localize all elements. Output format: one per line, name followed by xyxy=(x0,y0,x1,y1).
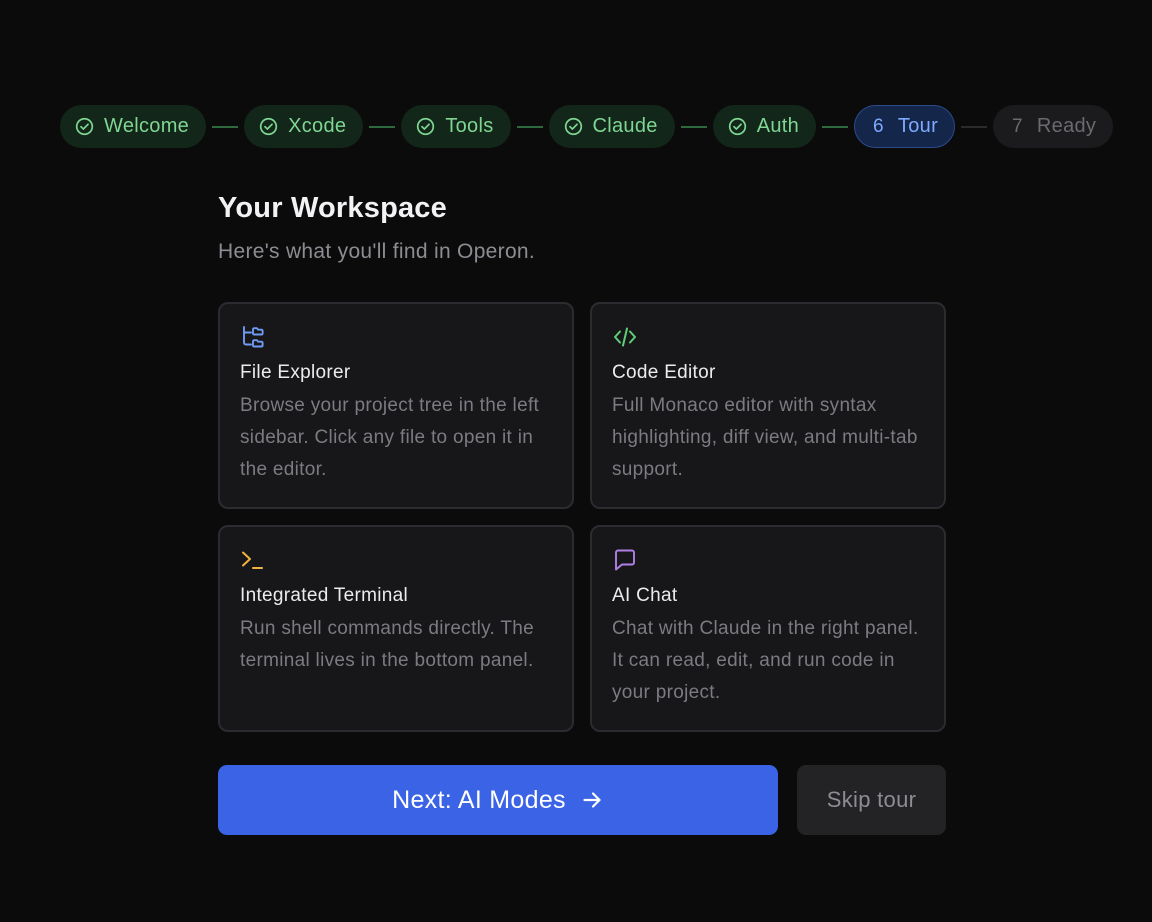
step-tour: 6 Tour xyxy=(854,105,956,148)
card-description: Run shell commands directly. The termina… xyxy=(240,618,535,671)
code-icon xyxy=(614,327,636,347)
page-subtitle: Here's what you'll find in Operon. xyxy=(218,240,536,263)
step-connector xyxy=(680,125,707,128)
step-label: Tools xyxy=(445,115,494,137)
page-title: Your Workspace xyxy=(218,192,447,224)
step-label: Tour xyxy=(897,115,939,137)
step-label: Auth xyxy=(756,115,800,137)
step-label: Claude xyxy=(592,115,658,137)
check-circle-icon xyxy=(75,117,94,136)
check-circle-icon xyxy=(417,117,435,136)
next-button[interactable]: Next: AI Modes xyxy=(218,765,778,835)
step-connector xyxy=(212,125,239,128)
check-circle-icon xyxy=(259,117,278,136)
check-circle-icon xyxy=(728,117,746,136)
step-number: 6 xyxy=(873,115,884,137)
folder-tree-icon xyxy=(243,326,264,348)
step-connector xyxy=(516,125,543,128)
feature-card-code-editor: Code Editor Full Monaco editor with synt… xyxy=(590,302,946,509)
check-circle-icon xyxy=(564,117,582,136)
step-connector xyxy=(961,125,988,128)
step-welcome: Welcome xyxy=(60,105,207,148)
step-auth: Auth xyxy=(712,105,817,148)
card-title: AI Chat xyxy=(612,585,678,606)
next-button-label: Next: AI Modes xyxy=(392,785,566,814)
terminal-icon xyxy=(242,551,263,569)
step-connector xyxy=(822,125,849,128)
feature-card-integrated-terminal: Integrated Terminal Run shell commands d… xyxy=(218,525,574,732)
step-label: Xcode xyxy=(288,115,347,137)
onboarding-stepper: Welcome Xcode Tools Claude Auth 6 Tour 7… xyxy=(60,105,1114,148)
card-title: Code Editor xyxy=(612,362,716,383)
feature-card-ai-chat: AI Chat Chat with Claude in the right pa… xyxy=(590,525,946,732)
step-number: 7 xyxy=(1012,115,1023,137)
arrow-right-icon xyxy=(583,792,601,808)
step-claude: Claude xyxy=(548,105,675,148)
card-description: Browse your project tree in the left sid… xyxy=(240,395,540,480)
card-description: Full Monaco editor with syntax highlight… xyxy=(612,395,918,480)
step-label: Ready xyxy=(1036,115,1097,137)
card-description: Chat with Claude in the right panel. It … xyxy=(612,618,919,703)
step-tools: Tools xyxy=(401,105,511,148)
step-connector xyxy=(369,125,396,128)
card-title: Integrated Terminal xyxy=(240,585,408,606)
step-xcode: Xcode xyxy=(244,105,364,148)
card-title: File Explorer xyxy=(240,362,351,383)
step-ready: 7 Ready xyxy=(993,105,1114,148)
chat-bubble-icon xyxy=(615,549,635,571)
step-label: Welcome xyxy=(104,115,190,137)
skip-tour-button[interactable]: Skip tour xyxy=(797,765,946,835)
feature-card-file-explorer: File Explorer Browse your project tree i… xyxy=(218,302,574,509)
